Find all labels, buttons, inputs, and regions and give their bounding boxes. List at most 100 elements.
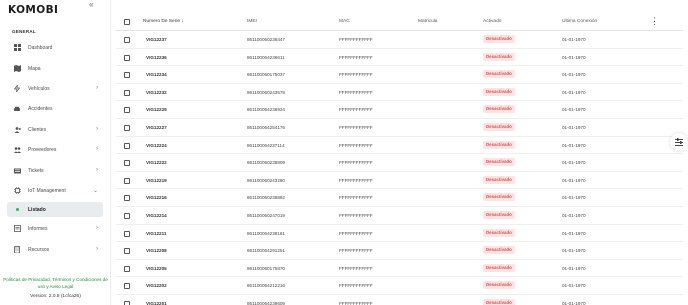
table-row[interactable]: VIG12222 861100060239809 FFFFFFFFFFFF Desac… [116,154,683,172]
chevron-right-icon: › [96,167,98,173]
table-row[interactable]: VIG12236 861100064236611 FFFFFFFFFFFF Desac… [116,49,683,67]
row-checkbox[interactable] [124,265,130,272]
kebab-menu-icon[interactable]: ⋮ [650,17,659,26]
table-row[interactable]: VIG12216 861100060236892 FFFFFFFFFFFF Desac… [116,189,683,207]
table-row[interactable]: VIG12219 861100060243280 FFFFFFFFFFFF Desac… [116,172,683,190]
table-row[interactable]: VIG12234 861100060175037 FFFFFFFFFFFF Desac… [116,66,683,84]
last-connection-cell: 01-01-1970 [562,107,586,113]
sidebar-item-tickets[interactable]: Tickets › [7,163,103,178]
table-row[interactable]: VIG12237 861100060238447 FFFFFFFFFFFF Desac… [116,31,683,49]
table-row[interactable]: VIG12227 861100064254176 FFFFFFFFFFFF Desac… [116,119,683,137]
column-header-imei[interactable]: IMEI [247,19,257,24]
sidebar-item-listado[interactable]: Listado [7,202,103,217]
row-checkbox[interactable] [124,248,130,255]
devices-table: Numero De Serie ↓ IMEI MAC Matricula Act… [116,13,683,305]
table-row[interactable]: VIG12202 861100064212216 FFFFFFFFFFFF Desac… [116,277,683,295]
sidebar-item-accidentes[interactable]: Accidentes [7,101,103,116]
row-checkbox[interactable] [124,195,130,202]
row-checkbox[interactable] [124,230,130,237]
sidebar-item-label: Dashboard [28,44,53,51]
table-row[interactable]: VIG12224 861100064237114 FFFFFFFFFFFF Desac… [116,137,683,155]
komobi-logo[interactable]: KOMOBI [8,4,58,16]
status-badge: Desactivado [483,193,515,202]
sidebar-item-label: Informes [28,225,48,232]
row-checkbox[interactable] [124,160,130,167]
sidebar-item-recursos[interactable]: Recursos › [7,242,103,257]
sidebar-item-dashboard[interactable]: Dashboard [7,40,103,55]
row-checkbox[interactable] [124,37,130,43]
serial-cell: VIG12222 [146,160,167,166]
row-checkbox[interactable] [124,142,130,149]
bolt-icon [10,85,24,92]
sidebar-item-clientes[interactable]: Clientes › [7,122,103,137]
column-header-ultima-conexion[interactable]: Ultima Conexión [562,19,597,24]
serial-cell: VIG12224 [146,142,167,148]
table-row[interactable]: VIG12232 861100060243579 FFFFFFFFFFFF Desac… [116,84,683,102]
row-checkbox[interactable] [124,283,130,290]
table-settings-icon[interactable] [670,133,688,151]
sidebar-item-proveedores[interactable]: Proveedores › [7,142,103,157]
legal-links[interactable]: Políticas de Privacidad, Términos y Cond… [0,276,111,290]
serial-cell: VIG12229 [146,107,167,113]
row-checkbox[interactable] [124,72,130,79]
mac-cell: FFFFFFFFFFFF [339,160,373,166]
status-badge: Desactivado [483,140,515,149]
imei-cell: 861100064291251 [247,248,285,254]
last-connection-cell: 01-01-1970 [562,37,586,42]
imei-cell: 861100064238161 [247,230,285,236]
imei-cell: 861100060238447 [247,37,285,42]
sidebar-item-label: Proveedores [28,146,57,153]
column-header-activado[interactable]: Activado [483,19,501,24]
table-row[interactable]: VIG12229 861100064236934 FFFFFFFFFFFF Desac… [116,101,683,119]
table-row[interactable]: VIG12205 861100060175870 FFFFFFFFFFFF Desac… [116,260,683,278]
row-checkbox[interactable] [124,125,130,131]
serial-cell: VIG12232 [146,89,167,95]
last-connection-cell: 01-01-1970 [562,125,586,130]
imei-cell: 861100060247019 [247,213,285,218]
sidebar-item-informes[interactable]: Informes › [7,221,103,236]
sidebar-item-label: Clientes [28,126,47,133]
sidebar-item-mapa[interactable]: Mapa [7,61,103,76]
row-checkbox[interactable] [124,89,130,96]
imei-cell: 861100064212216 [247,283,285,289]
mac-cell: FFFFFFFFFFFF [339,54,373,60]
imei-cell: 861100064236934 [247,107,285,113]
sidebar-item-iot-management[interactable]: IoT Management ⌄ [7,183,103,198]
table-row[interactable]: VIG12214 861100060247019 FFFFFFFFFFFF Desac… [116,207,683,225]
imei-cell: 861100064254176 [247,125,285,130]
mac-cell: FFFFFFFFFFFF [339,125,373,130]
table-row[interactable]: VIG12211 861100064238161 FFFFFFFFFFFF Desac… [116,225,683,243]
row-checkbox[interactable] [124,54,130,61]
sidebar-item-veh-culos[interactable]: Vehículos › [7,81,103,96]
row-checkbox[interactable] [124,177,130,184]
double-chevron-left-icon[interactable]: « [89,0,93,9]
last-connection-cell: 01-01-1970 [562,248,586,254]
mac-cell: FFFFFFFFFFFF [339,265,373,271]
last-connection-cell: 01-01-1970 [562,142,586,148]
serial-cell: VIG12208 [146,248,167,254]
table-row[interactable]: VIG12201 861100064239609 FFFFFFFFFFFF Desac… [116,295,683,305]
status-badge: Desactivado [483,211,515,219]
select-all-checkbox[interactable] [124,19,130,25]
status-badge: Desactivado [483,228,515,237]
serial-cell: VIG12202 [146,283,167,289]
column-header-serial[interactable]: Numero De Serie ↓ [143,19,184,24]
row-checkbox[interactable] [124,213,130,219]
mac-cell: FFFFFFFFFFFF [339,37,373,42]
column-header-mac[interactable]: MAC [339,19,350,24]
serial-cell: VIG12236 [146,54,167,60]
row-checkbox[interactable] [124,301,130,305]
imei-cell: 861100064239609 [247,301,285,305]
status-badge: Desactivado [483,175,515,184]
imei-cell: 861100060239809 [247,160,285,166]
chevron-right-icon: › [96,225,98,231]
building-icon [10,246,24,253]
column-header-matricula[interactable]: Matricula [418,19,437,24]
row-checkbox[interactable] [124,107,130,114]
sidebar-item-label: Listado [28,206,46,213]
car-crash-icon [10,106,24,112]
table-row[interactable]: VIG12208 861100064291251 FFFFFFFFFFFF Desac… [116,242,683,260]
serial-cell: VIG12234 [146,72,167,78]
mac-cell: FFFFFFFFFFFF [339,177,373,183]
chevron-right-icon: › [96,85,98,91]
